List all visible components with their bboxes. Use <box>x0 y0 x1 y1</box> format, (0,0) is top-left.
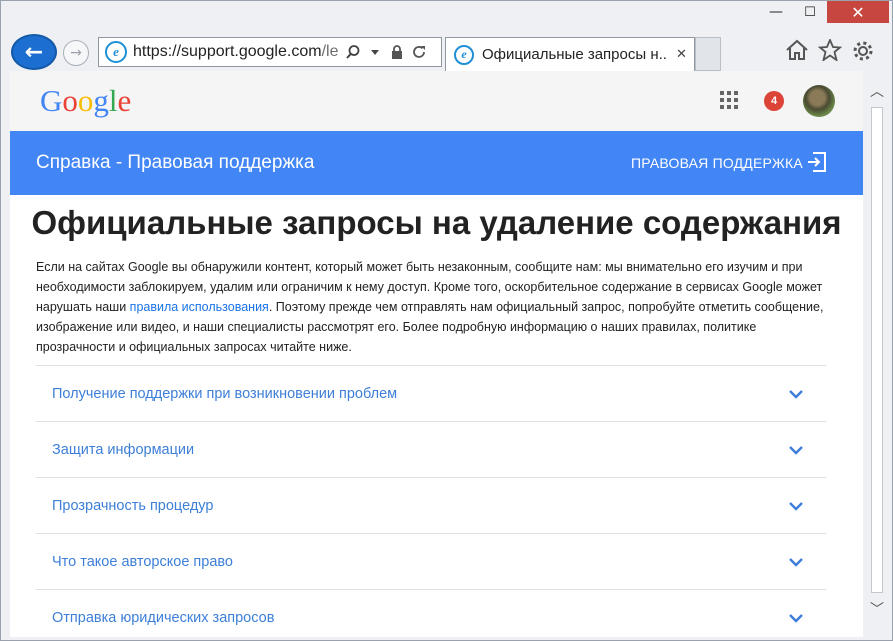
accordion-item-legal-requests[interactable]: Отправка юридических запросов <box>36 589 826 637</box>
google-logo-letter: o <box>77 83 94 118</box>
lock-icon[interactable] <box>389 44 405 60</box>
minimize-button[interactable]: — <box>761 1 791 23</box>
accordion-item-label: Получение поддержки при возникновении пр… <box>52 386 398 402</box>
accordion-item-support[interactable]: Получение поддержки при возникновении пр… <box>36 365 826 421</box>
home-icon[interactable] <box>785 39 809 61</box>
dropdown-icon[interactable] <box>367 46 383 58</box>
google-logo-letter: G <box>40 83 63 118</box>
forward-arrow-icon: → <box>70 45 82 61</box>
google-logo-letter: g <box>93 83 109 118</box>
tab-title: Официальные запросы н... <box>482 46 668 63</box>
ie-icon: e <box>105 41 127 63</box>
help-center-bar: Справка - Правовая поддержка ПРАВОВАЯ ПО… <box>10 131 863 195</box>
tab-ie-icon: e <box>454 44 474 65</box>
accordion-item-label: Что такое авторское право <box>52 554 233 570</box>
google-logo-letter: o <box>62 83 78 118</box>
accordion-item-transparency[interactable]: Прозрачность процедур <box>36 477 826 533</box>
chevron-down-icon <box>789 390 803 399</box>
chevron-down-icon <box>789 502 803 511</box>
back-button[interactable]: ← <box>11 34 57 70</box>
exit-to-app-icon[interactable] <box>806 151 828 173</box>
help-center-title[interactable]: Справка - Правовая поддержка <box>36 152 314 174</box>
accordion: Получение поддержки при возникновении пр… <box>36 365 826 637</box>
usage-policy-link[interactable]: правила использования <box>130 300 269 314</box>
star-icon[interactable] <box>818 39 842 61</box>
forward-button[interactable]: → <box>63 40 89 66</box>
search-icon[interactable] <box>345 44 361 60</box>
accordion-item-label: Защита информации <box>52 442 195 458</box>
maximize-button[interactable]: ☐ <box>795 1 825 23</box>
address-bar[interactable]: e https://support.google.com/leg <box>98 37 442 67</box>
scroll-thumb[interactable] <box>871 107 883 593</box>
page-viewport: Google 4 Справка - Правовая поддержка ПР… <box>10 71 863 637</box>
gear-icon[interactable] <box>851 39 875 63</box>
accordion-item-label: Прозрачность процедур <box>52 498 214 514</box>
scroll-down-button[interactable]: ﹀ <box>863 599 891 619</box>
browser-toolbar: ← → e https://support.google.com/leg <box>1 31 892 71</box>
chevron-down-icon <box>789 614 803 623</box>
google-logo-letter: e <box>117 83 132 118</box>
url-path: /leg <box>321 43 339 60</box>
browser-window: — ☐ ✕ ← → e https://support.google.com/l… <box>0 0 893 641</box>
tab-active[interactable]: e Официальные запросы н... ✕ <box>445 37 695 71</box>
chevron-down-icon <box>789 446 803 455</box>
intro-text: Если на сайтах Google вы обнаружили конт… <box>36 257 836 357</box>
title-bar: — ☐ ✕ <box>1 1 892 31</box>
chevron-down-icon <box>789 558 803 567</box>
url-host: https://support.google.com <box>133 43 322 60</box>
refresh-icon[interactable] <box>411 44 427 60</box>
scroll-up-button[interactable]: ︿ <box>863 81 891 101</box>
google-header: Google 4 <box>10 71 863 131</box>
google-logo[interactable]: Google <box>40 83 131 119</box>
google-logo-letter: l <box>108 83 118 118</box>
legal-support-link[interactable]: ПРАВОВАЯ ПОДДЕРЖКА <box>631 155 803 171</box>
apps-grid-icon[interactable] <box>720 91 738 109</box>
accordion-item-label: Отправка юридических запросов <box>52 610 275 626</box>
accordion-item-privacy[interactable]: Защита информации <box>36 421 826 477</box>
accordion-item-copyright[interactable]: Что такое авторское право <box>36 533 826 589</box>
url-text[interactable]: https://support.google.com/leg <box>133 43 339 61</box>
back-arrow-icon: ← <box>24 39 44 65</box>
new-tab-button[interactable] <box>695 37 721 71</box>
notification-badge[interactable]: 4 <box>764 91 784 111</box>
vertical-scrollbar[interactable]: ︿ ﹀ <box>863 71 891 637</box>
page-title: Официальные запросы на удаление содержан… <box>31 204 842 241</box>
close-button[interactable]: ✕ <box>827 1 889 23</box>
avatar[interactable] <box>803 85 835 117</box>
tab-close-icon[interactable]: ✕ <box>676 47 687 62</box>
